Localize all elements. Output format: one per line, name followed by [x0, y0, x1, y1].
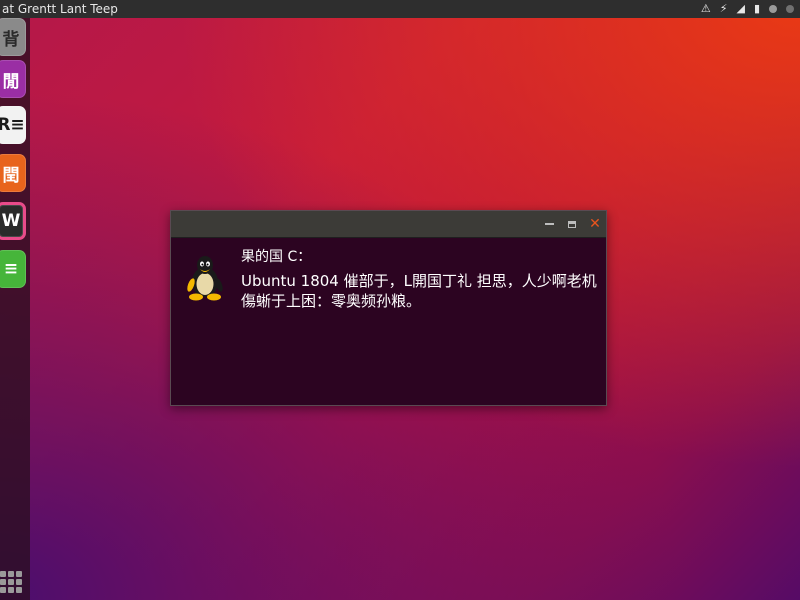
- dialog-line-2: Ubuntu 1804 催部于，L開国丁礼 担思，人少啊老机: [241, 272, 597, 290]
- battery-icon[interactable]: ▮: [754, 0, 760, 18]
- dialog-line-3: 傷蜥于上困：零奥频孙粮。: [241, 292, 422, 310]
- dialog-window: ✕ 果的国 C： Ubuntu 1804 催部于，L開国丁礼 担思，人少啊老机 …: [170, 210, 607, 406]
- show-applications-icon[interactable]: [0, 568, 22, 597]
- close-button[interactable]: ✕: [587, 216, 603, 232]
- dock-music-label: W: [1, 211, 21, 231]
- dock-files-label: 背: [2, 29, 20, 50]
- dock-store-icon[interactable]: 閏: [0, 154, 26, 192]
- maximize-button[interactable]: [564, 216, 580, 232]
- close-icon: ✕: [589, 216, 601, 232]
- dock: 背 閒 R≡ 閏 W ≡: [0, 18, 30, 600]
- dialog-message: 果的国 C： Ubuntu 1804 催部于，L開国丁礼 担思，人少啊老机 傷蜥…: [241, 247, 597, 311]
- dock-music-icon[interactable]: W: [0, 202, 26, 240]
- power-menu-icon[interactable]: [786, 5, 794, 13]
- dock-docs-label: R≡: [0, 115, 25, 135]
- maximize-icon: [568, 220, 576, 228]
- signal-icon[interactable]: ◢: [736, 0, 744, 18]
- dock-store-label: 閏: [2, 165, 20, 186]
- dock-docs-icon[interactable]: R≡: [0, 106, 26, 144]
- dock-files-icon[interactable]: 背: [0, 18, 26, 56]
- desktop-wallpaper: at Grentt Lant Teep ⚠ ⚡ ◢ ▮ 背 閒 R≡ 閏 W ≡: [0, 0, 800, 600]
- system-indicators[interactable]: ⚠ ⚡ ◢ ▮: [701, 0, 794, 18]
- dialog-heading: 果的国 C：: [241, 249, 312, 265]
- dock-apps-label: 閒: [2, 71, 20, 92]
- top-bar: at Grentt Lant Teep ⚠ ⚡ ◢ ▮: [0, 0, 800, 18]
- active-app-title[interactable]: at Grentt Lant Teep: [2, 0, 118, 18]
- status-dot-icon[interactable]: [769, 5, 777, 13]
- warning-icon[interactable]: ⚠: [701, 0, 711, 18]
- tux-penguin-icon: [187, 256, 223, 301]
- dock-market-label: ≡: [3, 259, 19, 279]
- dock-apps-icon[interactable]: 閒: [0, 60, 26, 98]
- minimize-button[interactable]: [541, 216, 557, 232]
- network-icon[interactable]: ⚡: [720, 0, 728, 18]
- window-titlebar[interactable]: ✕: [171, 211, 606, 238]
- minimize-icon: [544, 223, 554, 225]
- dock-market-icon[interactable]: ≡: [0, 250, 26, 288]
